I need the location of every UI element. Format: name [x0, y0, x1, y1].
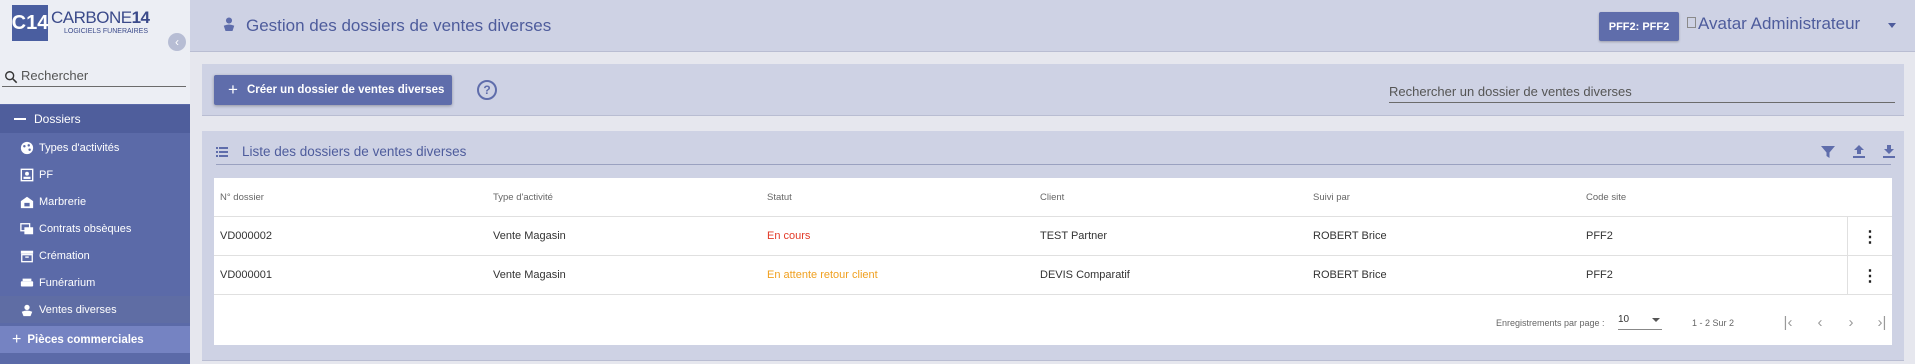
sidebar-search[interactable]: Rechercher	[0, 58, 190, 104]
brand-tagline: LOGICIELS FUNERAIRES	[64, 28, 149, 35]
help-icon[interactable]: ?	[477, 80, 497, 100]
top-header: Gestion des dossiers de ventes diverses …	[190, 0, 1915, 52]
search-icon	[5, 71, 18, 84]
table-header-row: N° dossier Type d'activité Statut Client…	[214, 178, 1892, 217]
cell-statut: En attente retour client	[767, 269, 878, 281]
marble-building-icon	[20, 196, 34, 208]
search-dossier-input[interactable]: Rechercher un dossier de ventes diverses	[1389, 78, 1895, 103]
panel-header: Liste des dossiers de ventes diverses	[216, 142, 1895, 165]
contact-card-icon	[20, 168, 34, 181]
site-selector-button[interactable]: PFF2: PFF2	[1599, 12, 1679, 41]
sales-icon	[223, 17, 235, 31]
cell-suivi: ROBERT Brice	[1313, 269, 1387, 281]
per-page-value: 10	[1618, 314, 1630, 325]
sidebar-item-label: Funérarium	[39, 276, 96, 289]
sidebar-item-label: Types d'activités	[39, 141, 120, 154]
column-header[interactable]: Client	[1040, 178, 1064, 216]
logo-mark: C14	[12, 5, 48, 41]
sidebar-item-label: Ventes diverses	[39, 303, 117, 316]
collapse-dash-icon	[14, 118, 26, 120]
action-bar: + Créer un dossier de ventes diverses ? …	[202, 64, 1904, 116]
cell-site: PFF2	[1586, 230, 1613, 242]
per-page-select[interactable]: 10	[1618, 314, 1662, 330]
create-dossier-label: Créer un dossier de ventes diverses	[246, 84, 445, 96]
brand-name: CARBONE14	[51, 8, 150, 27]
column-header[interactable]: Suivi par	[1313, 178, 1350, 216]
nav-group-dossiers[interactable]: Dossiers	[0, 105, 190, 133]
per-page-label: Enregistrements par page :	[1496, 318, 1605, 328]
cell-type: Vente Magasin	[493, 269, 566, 281]
avatar-image-icon	[1687, 16, 1696, 28]
dossiers-table: N° dossier Type d'activité Statut Client…	[214, 178, 1892, 345]
user-menu[interactable]: Avatar Administrateur	[1687, 14, 1860, 34]
avatar-label: Avatar Administrateur	[1698, 14, 1861, 33]
sidebar-item-label: Crémation	[39, 249, 90, 262]
previous-page-icon[interactable]: ‹	[1810, 312, 1830, 332]
caret-down-icon[interactable]	[1888, 23, 1896, 28]
funeral-home-icon	[20, 278, 34, 286]
nav-group-label: Dossiers	[34, 112, 81, 126]
plus-icon: +	[228, 80, 238, 99]
paginator: Enregistrements par page : 10 1 - 2 Sur …	[214, 303, 1892, 343]
sidebar-item-types-activites[interactable]: Types d'activités	[0, 134, 190, 161]
first-page-icon[interactable]: |‹	[1778, 312, 1798, 332]
column-header[interactable]: Type d'activité	[493, 178, 553, 216]
contract-icon	[20, 222, 34, 234]
more-vertical-icon: ⋮	[1862, 267, 1878, 285]
sidebar-item-label: PF	[39, 168, 54, 181]
sidebar-item-label: Contrats obsèques	[39, 222, 132, 235]
filter-icon[interactable]	[1821, 145, 1835, 159]
nav-section-pieces-commerciales[interactable]: + Pièces commerciales	[0, 326, 190, 353]
palette-icon	[20, 141, 34, 154]
upload-icon[interactable]	[1852, 145, 1866, 159]
cell-suivi: ROBERT Brice	[1313, 230, 1387, 242]
sidebar-item-ventes-diverses[interactable]: Ventes diverses	[0, 296, 190, 323]
sidebar-item-contrats[interactable]: Contrats obsèques	[0, 215, 190, 242]
sidebar-item-funerarium[interactable]: Funérarium	[0, 269, 190, 296]
more-vertical-icon: ⋮	[1862, 228, 1878, 246]
urn-box-icon	[20, 250, 34, 262]
cell-client: TEST Partner	[1040, 230, 1108, 242]
table-row[interactable]: VD000001 Vente Magasin En attente retour…	[214, 256, 1892, 295]
sidebar-item-marbrerie[interactable]: Marbrerie	[0, 188, 190, 215]
nav-section-label: Pièces commerciales	[27, 333, 144, 346]
sidebar-search-input[interactable]: Rechercher	[21, 68, 88, 83]
page-title: Gestion des dossiers de ventes diverses	[246, 16, 552, 35]
sidebar: C14 CARBONE14 LOGICIELS FUNERAIRES ‹ Rec…	[0, 0, 190, 364]
logo-area: C14 CARBONE14 LOGICIELS FUNERAIRES ‹	[0, 0, 190, 58]
sidebar-item-label: Marbrerie	[39, 195, 87, 208]
last-page-icon[interactable]: ›|	[1872, 312, 1892, 332]
collapse-sidebar-button[interactable]: ‹	[168, 33, 186, 51]
caret-down-icon	[1652, 318, 1660, 322]
cell-site: PFF2	[1586, 269, 1613, 281]
table-row[interactable]: VD000002 Vente Magasin En cours TEST Par…	[214, 217, 1892, 256]
row-menu-button[interactable]: ⋮	[1847, 217, 1892, 256]
cell-statut: En cours	[767, 230, 811, 242]
sales-icon	[21, 304, 33, 316]
panel-title: Liste des dossiers de ventes diverses	[242, 144, 467, 159]
sidebar-item-pf[interactable]: PF	[0, 161, 190, 188]
next-page-icon[interactable]: ›	[1841, 312, 1861, 332]
page-range: 1 - 2 Sur 2	[1692, 318, 1735, 328]
chevron-left-icon: ‹	[175, 35, 179, 49]
cell-client: DEVIS Comparatif	[1040, 269, 1130, 281]
create-dossier-button[interactable]: + Créer un dossier de ventes diverses	[214, 75, 452, 105]
sidebar-item-cremation[interactable]: Crémation	[0, 242, 190, 269]
download-icon[interactable]	[1882, 145, 1896, 159]
dossiers-list-panel: Liste des dossiers de ventes diverses N°…	[202, 131, 1904, 361]
column-header[interactable]: Statut	[767, 178, 792, 216]
cell-type: Vente Magasin	[493, 230, 566, 242]
plus-icon: +	[12, 330, 22, 348]
cell-dossier: VD000002	[220, 230, 272, 242]
row-menu-button[interactable]: ⋮	[1847, 256, 1892, 295]
list-icon	[216, 147, 228, 157]
column-header[interactable]: N° dossier	[220, 178, 264, 216]
cell-dossier: VD000001	[220, 269, 272, 281]
column-header[interactable]: Code site	[1586, 178, 1626, 216]
